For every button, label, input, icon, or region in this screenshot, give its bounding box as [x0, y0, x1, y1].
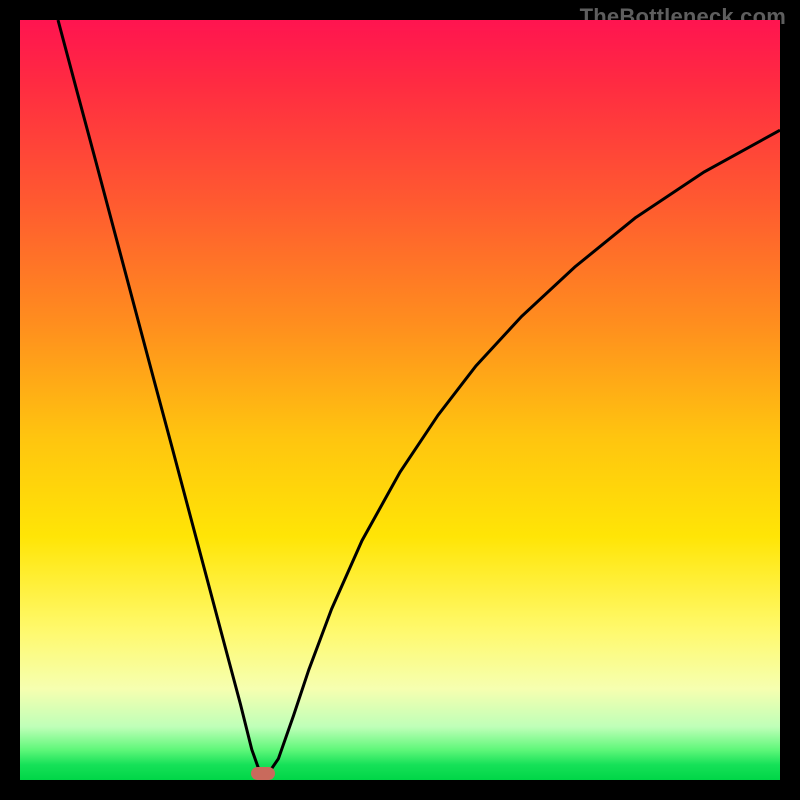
- chart-frame: TheBottleneck.com: [0, 0, 800, 800]
- plot-area: [20, 20, 780, 780]
- curve-svg: [20, 20, 780, 780]
- optimal-point-marker: [251, 767, 275, 780]
- bottleneck-curve: [58, 20, 780, 775]
